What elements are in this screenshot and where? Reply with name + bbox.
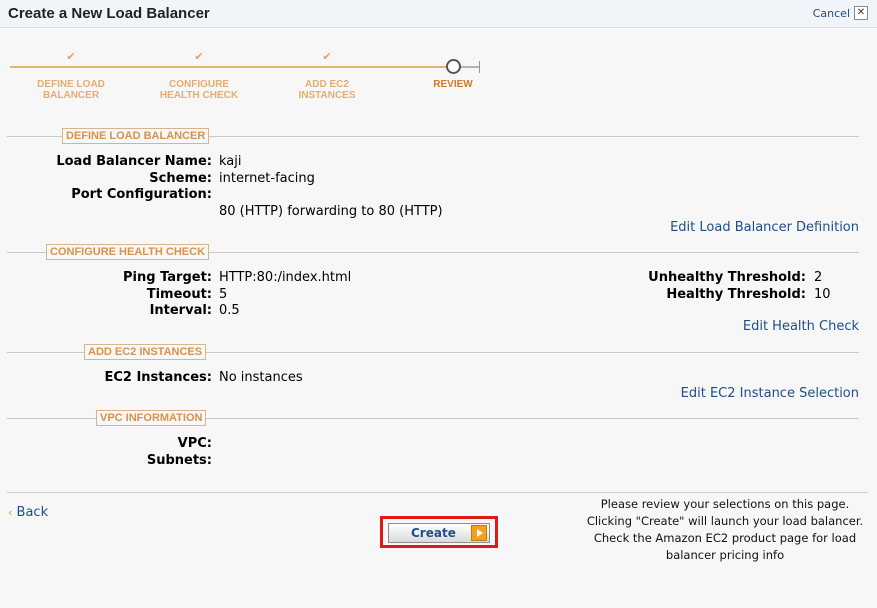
dialog-titlebar: Create a New Load Balancer Cancel ✕ [0,0,877,28]
scheme-value: internet-facing [219,171,315,186]
wizard-progress-line [10,66,480,68]
port-configuration-label: Port Configuration: [71,187,212,202]
create-button-label: Create [411,526,456,540]
edit-load-balancer-definition-link[interactable]: Edit Load Balancer Definition [670,220,859,235]
ec2-instances-label: EC2 Instances: [104,370,212,385]
step-add-ec2-instances: ADD EC2 INSTANCES [298,79,356,101]
step-review: REVIEW [433,79,473,90]
subnets-label: Subnets: [146,453,212,468]
section-title-define-load-balancer: DEFINE LOAD BALANCER [62,128,210,144]
review-note-line: Please review your selections on this pa… [600,497,850,511]
edit-health-check-link[interactable]: Edit Health Check [743,319,859,334]
dialog-title: Create a New Load Balancer [8,5,210,22]
healthy-threshold-value: 10 [814,287,831,302]
footer-divider [7,492,868,493]
section-title-configure-health-check: CONFIGURE HEALTH CHECK [46,244,210,260]
review-note: Please review your selections on this pa… [570,496,877,564]
back-link[interactable]: ‹ Back [8,505,48,520]
unhealthy-threshold-label: Unhealthy Threshold: [648,270,806,285]
create-button-highlight: Create [380,516,498,548]
wizard-end-cap [479,61,480,73]
edit-ec2-instance-selection-link[interactable]: Edit EC2 Instance Selection [681,386,859,401]
ec2-instances-value: No instances [219,370,303,385]
arrow-right-icon [471,525,487,541]
step-configure-health-check: CONFIGURE HEALTH CHECK [159,79,239,101]
healthy-threshold-label: Healthy Threshold: [666,287,806,302]
wizard-remaining-line [458,66,480,68]
cancel-link[interactable]: Cancel [813,7,850,20]
load-balancer-name-value: kaji [219,154,242,169]
ping-target-label: Ping Target: [123,270,212,285]
ping-target-value: HTTP:80:/index.html [219,270,352,285]
current-step-circle-icon [446,59,461,74]
timeout-value: 5 [219,287,228,302]
load-balancer-name-label: Load Balancer Name: [56,154,212,169]
step-define-load-balancer: DEFINE LOAD BALANCER [37,79,105,101]
review-note-line: Clicking "Create" will launch your load … [586,514,864,528]
vpc-label: VPC: [177,436,212,451]
scheme-label: Scheme: [149,171,212,186]
step-1-check-icon: ✔ [66,50,76,63]
unhealthy-threshold-value: 2 [814,270,823,285]
review-note-line: balancer pricing info [665,548,785,562]
step-2-check-icon: ✔ [194,50,204,63]
step-3-check-icon: ✔ [322,50,332,63]
review-note-line: Check the Amazon EC2 product page for lo… [593,531,857,545]
port-configuration-value: 80 (HTTP) forwarding to 80 (HTTP) [219,204,443,219]
back-link-label: Back [16,505,49,520]
close-icon[interactable]: ✕ [854,6,868,20]
back-arrow-icon: ‹ [8,506,13,519]
create-button[interactable]: Create [388,523,490,543]
interval-label: Interval: [149,303,212,318]
section-title-add-ec2-instances: ADD EC2 INSTANCES [84,344,207,360]
section-title-vpc-information: VPC INFORMATION [96,410,207,426]
timeout-label: Timeout: [146,287,212,302]
interval-value: 0.5 [219,303,240,318]
